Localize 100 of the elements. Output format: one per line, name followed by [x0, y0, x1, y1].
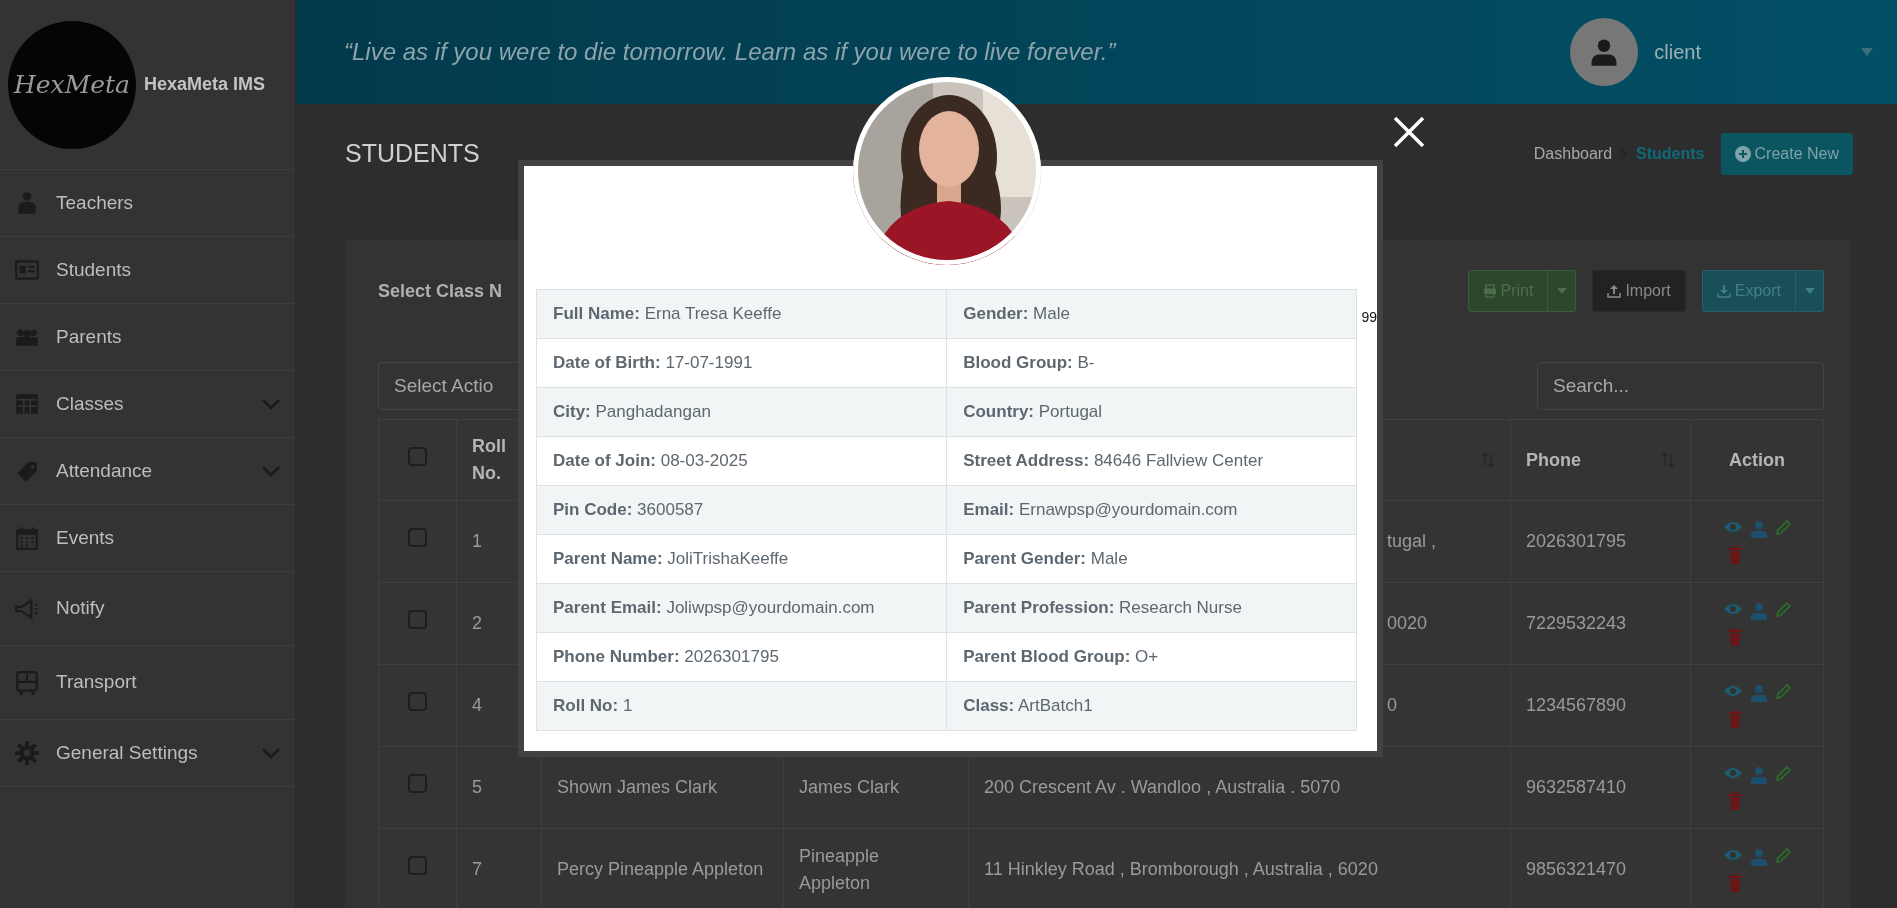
stray-text: 99: [1361, 308, 1377, 327]
table-cell: Pineapple Appleton: [799, 845, 880, 893]
sidebar-item[interactable]: General Settings: [0, 720, 295, 787]
person-icon[interactable]: [1751, 847, 1767, 866]
breadcrumb-link[interactable]: Dashboard: [1533, 142, 1613, 166]
class-label: Select Class N: [378, 279, 504, 303]
grid-icon: [14, 391, 40, 417]
detail-cell: Pin Code: 3600587: [536, 485, 947, 535]
trash-icon[interactable]: [1727, 873, 1743, 892]
detail-cell: Roll No: 1: [536, 681, 947, 731]
sidebar-label: Transport: [56, 670, 138, 695]
sidebar-item[interactable]: Notify: [0, 572, 295, 646]
table-cell: 7: [472, 859, 482, 879]
print-icon: [1482, 284, 1497, 298]
sidebar-item[interactable]: Transport: [0, 646, 295, 720]
trash-icon[interactable]: [1727, 545, 1743, 564]
user-name[interactable]: client: [1654, 37, 1701, 67]
detail-cell: Full Name: Erna Tresa Keeffe: [536, 289, 947, 339]
sidebar-label: General Settings: [56, 740, 199, 765]
trash-icon[interactable]: [1727, 791, 1743, 810]
chevron-down-icon: [261, 397, 281, 411]
table-cell: 200 Crescent Av . Wandloo , Australia . 5070: [984, 777, 1341, 797]
detail-cell: Blood Group: B-: [946, 338, 1357, 388]
sidebar-item[interactable]: Events: [0, 505, 295, 572]
select-field[interactable]: Select Actio: [378, 362, 518, 410]
table-cell: 5: [472, 777, 482, 797]
detail-cell: Street Address: 84646 Fallview Center: [946, 436, 1357, 486]
plus-circle-icon: [1734, 146, 1751, 162]
create-new-button[interactable]: Create New: [1720, 133, 1853, 175]
logo: HexMeta: [8, 20, 136, 149]
eye-icon[interactable]: [1723, 765, 1743, 780]
trash-icon[interactable]: [1727, 709, 1743, 728]
table-cell: James Clark: [799, 777, 900, 797]
import-button[interactable]: Import: [1592, 270, 1686, 312]
detail-cell: Class: ArtBatch1: [946, 681, 1357, 731]
caret-icon: [1804, 288, 1815, 294]
trash-icon[interactable]: [1727, 627, 1743, 646]
table-cell: 11 Hinkley Road , Bromborough , Australia , 6020: [984, 859, 1378, 879]
detail-cell: Parent Profession: Research Nurse: [946, 583, 1357, 633]
pencil-icon[interactable]: [1775, 847, 1791, 864]
pencil-icon[interactable]: [1775, 519, 1791, 536]
eye-icon[interactable]: [1723, 519, 1743, 534]
sidebar-item[interactable]: Students: [0, 237, 295, 304]
eye-icon[interactable]: [1723, 683, 1743, 698]
close-icon[interactable]: [1392, 115, 1426, 149]
table-cell: 9632587410: [1526, 777, 1627, 797]
bus-icon: [14, 669, 40, 696]
table-cell: 4: [472, 695, 482, 715]
sidebar-item[interactable]: Parents: [0, 304, 295, 371]
calendar-icon: [14, 525, 40, 551]
caret-icon[interactable]: [1861, 48, 1873, 56]
detail-cell: Parent Gender: Male: [946, 534, 1357, 584]
sidebar-item[interactable]: Classes: [0, 371, 295, 438]
table-cell: 1234567890: [1526, 695, 1627, 715]
search-field[interactable]: Search...: [1537, 362, 1824, 410]
detail-cell: Date of Join: 08-03-2025: [536, 436, 947, 486]
eye-icon[interactable]: [1723, 601, 1743, 616]
person-icon[interactable]: [1751, 683, 1767, 702]
eye-icon[interactable]: [1723, 847, 1743, 862]
table-cell: 0020: [1387, 613, 1428, 633]
table-cell: 7229532243: [1526, 613, 1627, 633]
detail-cell: Parent Email: Joliwpsp@yourdomain.com: [536, 583, 947, 633]
detail-cell: Date of Birth: 17-07-1991: [536, 338, 947, 388]
table-cell: Shown James Clark: [557, 777, 718, 797]
brand-name: HexaMeta IMS: [144, 73, 266, 96]
sidebar-item[interactable]: Teachers: [0, 170, 295, 237]
sidebar-label: Parents: [56, 324, 123, 349]
table-cell: 2026301795: [1526, 531, 1627, 551]
detail-cell: Email: Ernawpsp@yourdomain.com: [946, 485, 1357, 535]
pencil-icon[interactable]: [1775, 683, 1791, 700]
table-cell: 9856321470: [1526, 859, 1627, 879]
chevron-down-icon: [261, 746, 281, 760]
person-icon[interactable]: [1751, 765, 1767, 784]
sidebar-label: Events: [56, 525, 116, 550]
id-card-icon: [14, 257, 40, 283]
table-cell: 0: [1387, 695, 1397, 715]
dropdown-toggle-button[interactable]: [1796, 270, 1824, 312]
person-icon[interactable]: [1751, 601, 1767, 620]
detail-cell: Country: Portugal: [946, 387, 1357, 437]
table-cell: Percy Pineapple Appleton: [557, 859, 764, 879]
sidebar-item[interactable]: Attendance: [0, 438, 295, 505]
caret-icon: [1556, 288, 1567, 294]
export-icon: [1716, 284, 1731, 298]
sidebar-label: Classes: [56, 391, 125, 416]
detail-cell: Parent Name: JoliTrishaKeeffe: [536, 534, 947, 584]
dropdown-toggle-button[interactable]: [1548, 270, 1577, 312]
sidebar-label: Teachers: [56, 190, 135, 215]
detail-cell: Parent Blood Group: O+: [946, 632, 1357, 682]
table-cell: 2: [472, 613, 482, 633]
pencil-icon[interactable]: [1775, 765, 1791, 782]
table-cell: 1: [472, 531, 482, 551]
sidebar-label: Students: [56, 257, 132, 282]
sidebar-label: Notify: [56, 596, 106, 621]
person-icon[interactable]: [1751, 519, 1767, 538]
pencil-icon[interactable]: [1775, 601, 1791, 618]
sidebar-label: Attendance: [56, 458, 154, 483]
user-silhouette-icon: [1589, 37, 1620, 67]
chevron-down-icon: [261, 464, 281, 478]
gear-icon: [14, 740, 40, 766]
table-cell: tugal ,: [1387, 531, 1437, 551]
